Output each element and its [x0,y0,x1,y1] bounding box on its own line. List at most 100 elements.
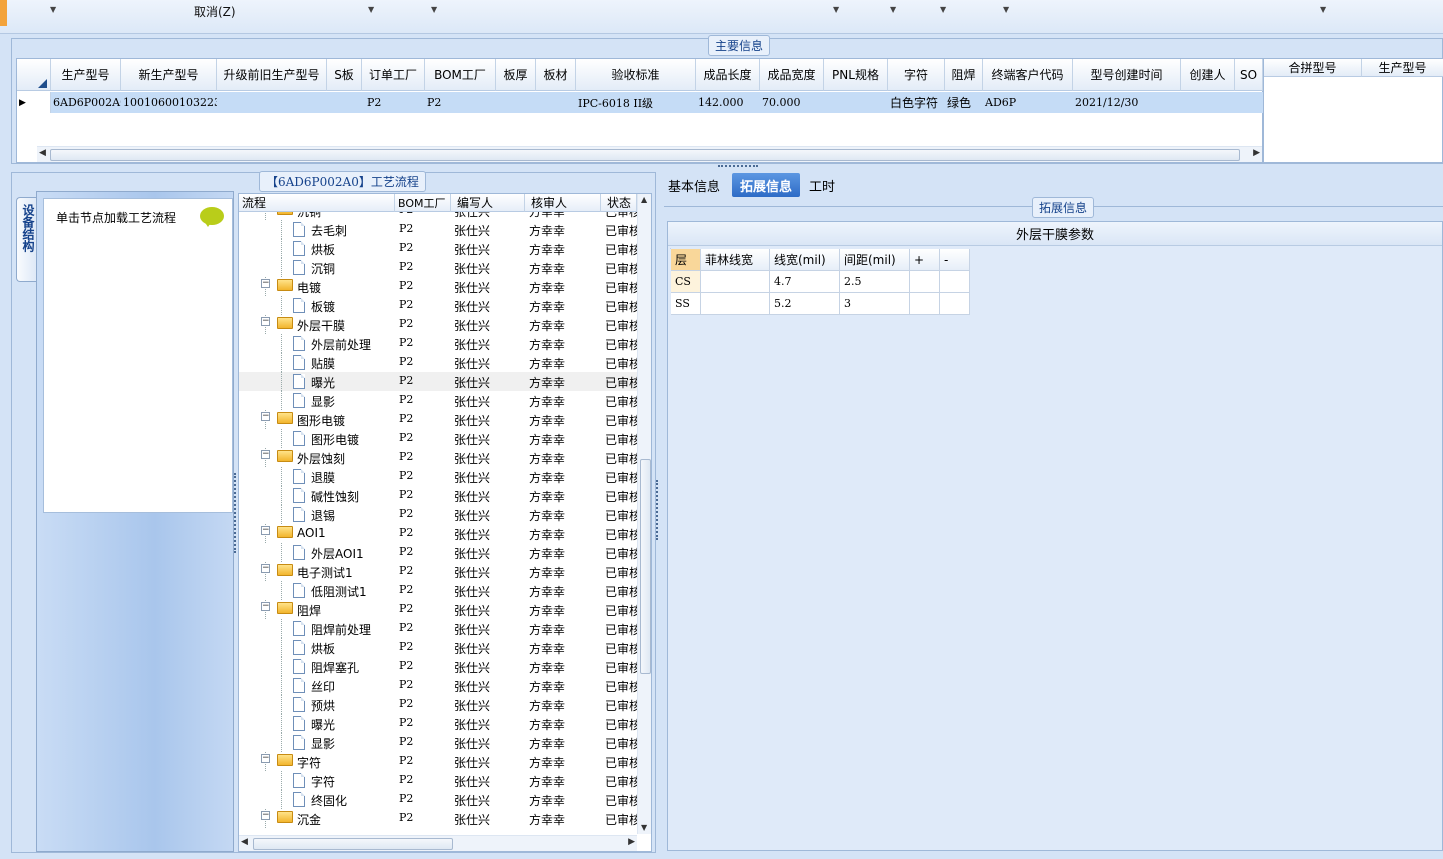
tree-step-row[interactable]: 显影 P2 张仕兴 方幸幸 已审核 [239,391,637,410]
cell-layer[interactable]: CS [671,271,701,293]
remove-row-button[interactable]: - [940,249,970,271]
collapse-icon[interactable]: − [261,754,270,763]
column-header[interactable]: 成品宽度 [760,59,824,91]
cell-bom-factory[interactable]: P2 [425,92,496,113]
cell-model[interactable]: 6AD6P002A0 [51,92,121,113]
collapse-icon[interactable]: − [261,412,270,421]
collapse-icon[interactable]: − [261,279,270,288]
horizontal-scrollbar[interactable]: ◀ ▶ [37,146,1262,162]
column-header[interactable]: BOM工厂 [395,194,451,212]
cell-spacing[interactable]: 3 [840,293,910,315]
tree-step-row[interactable]: 外层AOI1 P2 张仕兴 方幸幸 已审核 [239,543,637,562]
collapse-icon[interactable]: − [261,602,270,611]
scrollbar-thumb[interactable] [640,459,651,674]
tree-step-row[interactable]: 终固化 P2 张仕兴 方幸幸 已审核 [239,790,637,809]
tree-group-row[interactable]: − 沉金 P2 张仕兴 方幸幸 已审核 [239,809,637,828]
column-header-spacing[interactable]: 间距(mil) [840,249,910,271]
cell-length[interactable]: 142.000 [696,92,760,113]
cell-line-width[interactable]: 5.2 [770,293,840,315]
column-header[interactable]: BOM工厂 [425,59,496,91]
tree-step-row[interactable]: 阻焊前处理 P2 张仕兴 方幸幸 已审核 [239,619,637,638]
tree-body[interactable]: − 沉铜P2张仕兴方幸幸已审核去毛刺P2张仕兴方幸幸已审核烘板P2张仕兴方幸幸已审… [239,212,637,834]
column-header[interactable]: 状态 [601,194,637,212]
equipment-tree[interactable]: 单击节点加载工艺流程 [43,198,233,513]
cell-add[interactable] [910,271,940,293]
chevron-down-icon[interactable]: ▼ [50,5,56,14]
column-header[interactable]: 生产型号 [51,59,121,91]
chevron-down-icon[interactable]: ▼ [833,5,839,14]
cell-standard[interactable]: IPC-6018 II级 [576,92,696,113]
scrollbar-thumb[interactable] [50,149,1240,161]
scroll-left-icon[interactable]: ◀ [241,837,248,847]
tree-step-row[interactable]: 图形电镀 P2 张仕兴 方幸幸 已审核 [239,429,637,448]
column-header[interactable]: 编写人 [451,194,525,212]
column-header-film-width[interactable]: 菲林线宽 [701,249,770,271]
chevron-down-icon[interactable]: ▼ [431,5,437,14]
column-header[interactable]: 板材 [536,59,576,91]
column-header[interactable]: 合拼型号 [1264,59,1362,77]
tree-group-row[interactable]: − 电镀 P2 张仕兴 方幸幸 已审核 [239,277,637,296]
tree-step-row[interactable]: 烘板 P2 张仕兴 方幸幸 已审核 [239,239,637,258]
tree-group-row[interactable]: − 外层干膜 P2 张仕兴 方幸幸 已审核 [239,315,637,334]
tree-step-row[interactable]: 字符 P2 张仕兴 方幸幸 已审核 [239,771,637,790]
column-header[interactable]: 板厚 [496,59,536,91]
collapse-icon[interactable]: − [261,450,270,459]
tree-step-row[interactable]: 丝印 P2 张仕兴 方幸幸 已审核 [239,676,637,695]
column-header[interactable]: SO [1235,59,1263,91]
tree-step-row[interactable]: 外层前处理 P2 张仕兴 方幸幸 已审核 [239,334,637,353]
splitter-grip[interactable] [718,165,758,169]
cell-width[interactable]: 70.000 [760,92,824,113]
cell-order-factory[interactable]: P2 [362,92,425,113]
scroll-down-icon[interactable]: ▼ [641,823,647,832]
collapse-icon[interactable]: − [261,526,270,535]
vertical-scrollbar[interactable]: ▲ ▼ [637,194,651,834]
tree-step-row[interactable]: 低阻测试1 P2 张仕兴 方幸幸 已审核 [239,581,637,600]
tree-step-row[interactable]: 碱性蚀刻 P2 张仕兴 方幸幸 已审核 [239,486,637,505]
tree-group-row[interactable]: − AOI1 P2 张仕兴 方幸幸 已审核 [239,524,637,543]
tree-step-row[interactable]: 预烘 P2 张仕兴 方幸幸 已审核 [239,695,637,714]
cell-layer[interactable]: SS [671,293,701,315]
column-header[interactable]: 生产型号 [1362,59,1443,77]
column-header-line-width[interactable]: 线宽(mil) [770,249,840,271]
row-indicator-icon[interactable]: ▶ [17,92,51,113]
column-header[interactable]: 成品长度 [696,59,760,91]
column-header[interactable]: 验收标准 [576,59,696,91]
column-header[interactable]: 创建人 [1181,59,1235,91]
tree-step-row[interactable]: 曝光 P2 张仕兴 方幸幸 已审核 [239,372,637,391]
cell-customer[interactable]: AD6P [983,92,1073,113]
cell-line-width[interactable]: 4.7 [770,271,840,293]
scroll-right-icon[interactable]: ▶ [1253,148,1260,158]
dry-film-params-table[interactable]: 层 菲林线宽 线宽(mil) 间距(mil) + - CS 4.7 2.5 SS… [670,248,970,315]
column-header[interactable]: 订单工厂 [362,59,425,91]
tree-step-row[interactable]: 贴膜 P2 张仕兴 方幸幸 已审核 [239,353,637,372]
column-header-layer[interactable]: 层 [671,249,701,271]
process-tree-grid[interactable]: 流程 BOM工厂 编写人 核审人 状态 −沉铜P2张仕兴方幸幸已审核去毛刺P2张… [238,193,652,852]
cell-spacing[interactable]: 2.5 [840,271,910,293]
chevron-down-icon[interactable]: ▼ [940,5,946,14]
tree-step-row[interactable]: 退膜 P2 张仕兴 方幸幸 已审核 [239,467,637,486]
scrollbar-thumb[interactable] [253,838,453,850]
tab-equipment-structure[interactable]: 设备结构 [16,197,38,282]
tree-step-row[interactable]: 沉铜 P2 张仕兴 方幸幸 已审核 [239,258,637,277]
chevron-down-icon[interactable]: ▼ [890,5,896,14]
cell-add[interactable] [910,293,940,315]
chevron-down-icon[interactable]: ▼ [368,5,374,14]
scroll-right-icon[interactable]: ▶ [628,837,635,847]
tab-work-hours[interactable]: 工时 [801,173,843,197]
tree-step-row[interactable]: 板镀 P2 张仕兴 方幸幸 已审核 [239,296,637,315]
scroll-left-icon[interactable]: ◀ [39,148,46,158]
cell-remove[interactable] [940,293,970,315]
column-header[interactable]: 核审人 [525,194,601,212]
column-header[interactable]: 终端客户代码 [983,59,1073,91]
column-header[interactable]: 阻焊 [945,59,983,91]
tree-group-row[interactable]: − 电子测试1 P2 张仕兴 方幸幸 已审核 [239,562,637,581]
tree-group-row[interactable]: − 阻焊 P2 张仕兴 方幸幸 已审核 [239,600,637,619]
cell-film-width[interactable] [701,293,770,315]
tree-group-row[interactable]: − 外层蚀刻 P2 张仕兴 方幸幸 已审核 [239,448,637,467]
cell-film-width[interactable] [701,271,770,293]
tree-step-row[interactable]: 去毛刺 P2 张仕兴 方幸幸 已审核 [239,220,637,239]
tree-step-row[interactable]: 退锡 P2 张仕兴 方幸幸 已审核 [239,505,637,524]
tab-extended-info[interactable]: 拓展信息 [732,173,801,197]
merge-model-grid[interactable]: 合拼型号 生产型号 [1263,58,1443,163]
collapse-icon[interactable]: − [261,317,270,326]
